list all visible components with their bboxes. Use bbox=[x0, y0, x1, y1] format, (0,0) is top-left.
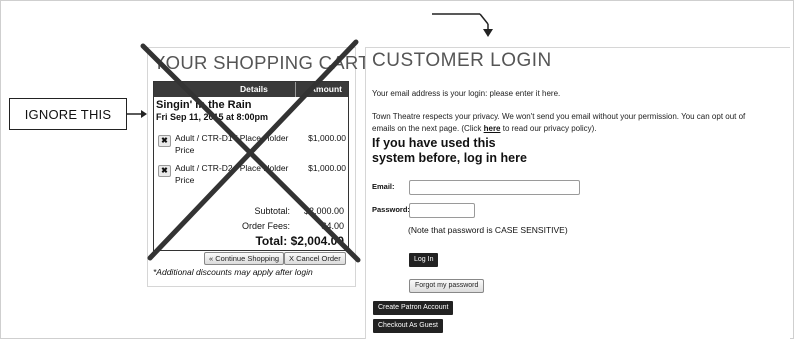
event-name: Singin' in the Rain bbox=[156, 99, 252, 111]
cart-title: YOUR SHOPPING CART bbox=[153, 52, 370, 73]
cancel-order-button[interactable]: X Cancel Order bbox=[284, 252, 346, 265]
email-field[interactable] bbox=[409, 180, 580, 195]
total-label: Total: bbox=[255, 234, 288, 248]
continue-shopping-button[interactable]: « Continue Shopping bbox=[204, 252, 285, 265]
email-label: Email: bbox=[372, 182, 395, 191]
line-item-price: $1,000.00 bbox=[308, 133, 346, 143]
header-divider bbox=[295, 82, 296, 97]
password-field[interactable] bbox=[409, 203, 475, 218]
total-value: $2,004.00 bbox=[290, 234, 344, 248]
remove-item-icon[interactable]: ✖ bbox=[158, 135, 171, 147]
checkout-as-guest-button[interactable]: Checkout As Guest bbox=[373, 319, 443, 333]
privacy-text-after: to read our privacy policy). bbox=[500, 124, 597, 133]
forgot-password-button[interactable]: Forgot my password bbox=[409, 279, 485, 293]
cart-table-header: Details Amount bbox=[154, 82, 348, 97]
subtotal-label: Subtotal: bbox=[254, 206, 290, 216]
line-item-description: Adult / CTR-D2 / Place Holder Price bbox=[175, 163, 289, 185]
fees-label: Order Fees: bbox=[241, 221, 290, 231]
ignore-this-label: IGNORE THIS bbox=[9, 98, 127, 130]
total-row: Total: $2,004.00 bbox=[255, 234, 344, 248]
subtotal-value: $2,000.00 bbox=[303, 206, 344, 216]
line-item-description: Adult / CTR-D1 / Place Holder Price bbox=[175, 133, 289, 155]
fees-value: $4.00 bbox=[321, 221, 344, 231]
create-patron-account-button[interactable]: Create Patron Account bbox=[373, 301, 454, 315]
login-title: CUSTOMER LOGIN bbox=[372, 50, 552, 71]
privacy-text-line2: emails on the next page. (Click here to … bbox=[372, 124, 597, 133]
subtotal-row: Subtotal: $2,000.00 bbox=[254, 206, 344, 216]
line-item-price: $1,000.00 bbox=[308, 163, 346, 173]
email-intro-text: Your email address is your login: please… bbox=[372, 89, 561, 98]
privacy-text-before: emails on the next page. (Click bbox=[372, 124, 484, 133]
privacy-policy-link[interactable]: here bbox=[484, 124, 501, 133]
details-column-header: Details bbox=[240, 84, 268, 94]
remove-item-icon[interactable]: ✖ bbox=[158, 165, 171, 177]
discount-note: *Additional discounts may apply after lo… bbox=[153, 267, 313, 277]
fees-row: Order Fees: $4.00 bbox=[242, 221, 344, 231]
amount-column-header: Amount bbox=[309, 84, 342, 94]
ignore-this-text: IGNORE THIS bbox=[24, 106, 112, 122]
privacy-text-line1: Town Theatre respects your privacy. We w… bbox=[372, 112, 746, 121]
case-sensitive-note: (Note that password is CASE SENSITIVE) bbox=[408, 225, 568, 235]
event-date: Fri Sep 11, 2015 at 8:00pm bbox=[156, 112, 269, 122]
returning-user-heading: If you have used this system before, log… bbox=[372, 136, 527, 165]
password-label: Password: bbox=[372, 205, 410, 214]
cart-table: Details Amount Singin' in the Rain Fri S… bbox=[153, 81, 349, 251]
log-in-button[interactable]: Log In bbox=[409, 253, 439, 267]
